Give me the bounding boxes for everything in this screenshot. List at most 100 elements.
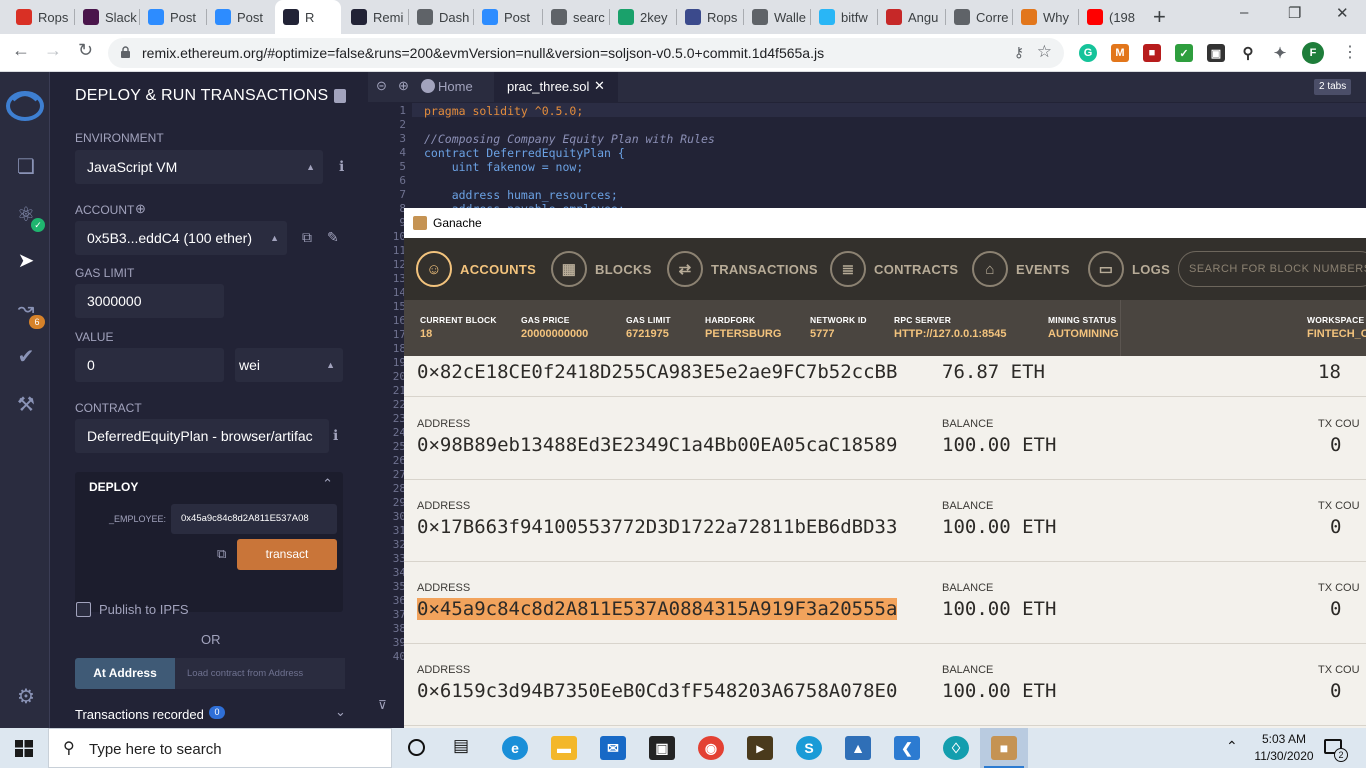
account-select[interactable]: 0x5B3...eddC4 (100 ether) ▲ [75, 221, 287, 255]
testing-icon[interactable]: ✔ [15, 346, 37, 368]
metamask-icon[interactable]: M [1111, 44, 1129, 62]
ganache-nav-label: LOGS [1132, 261, 1171, 277]
ganache-nav-events[interactable]: ⌂ EVENTS [972, 250, 1070, 288]
browser-tab[interactable]: Walle [744, 0, 810, 34]
ganache-nav-logs[interactable]: ▭ LOGS [1088, 250, 1170, 288]
at-address-button[interactable]: At Address [75, 658, 175, 689]
home-tab[interactable]: Home [438, 79, 473, 94]
tabs-count-badge[interactable]: 2 tabs [1314, 79, 1352, 95]
employee-input[interactable]: 0x45a9c84c8d2A811E537A08 [171, 504, 337, 534]
terminal-app-icon[interactable]: ▸ [747, 736, 773, 760]
transact-button[interactable]: transact [237, 539, 337, 570]
deploy-run-icon[interactable]: ➤ [15, 250, 37, 272]
copy-calldata-icon[interactable]: ⧉ [217, 546, 226, 562]
value-unit-select[interactable]: wei ▲ [235, 348, 343, 382]
browser-tab[interactable]: Post [140, 0, 206, 34]
account-tx-count: 0 [1330, 598, 1342, 620]
ganache-nav-contracts[interactable]: ≣ CONTRACTS [830, 250, 958, 288]
browser-tab[interactable]: Slack [75, 0, 141, 34]
browser-tab[interactable]: Rops [677, 0, 743, 34]
browser-tab[interactable]: Remi [343, 0, 409, 34]
close-tab-icon[interactable]: ✕ [594, 78, 605, 94]
taskbar-time[interactable]: 5:03 AM [1254, 732, 1314, 746]
add-account-icon[interactable]: ⊕ [135, 201, 146, 217]
gas-limit-input[interactable]: 3000000 [75, 284, 224, 318]
value-input[interactable]: 0 [75, 348, 224, 382]
info-icon[interactable]: ℹ [339, 158, 344, 175]
browser-tab[interactable]: Rops [8, 0, 74, 34]
file-explorer-icon[interactable]: ❏ [15, 156, 37, 178]
docs-icon[interactable] [334, 89, 346, 103]
restore-icon[interactable]: ❐ [1288, 4, 1301, 22]
copy-icon[interactable]: ⧉ [302, 229, 312, 246]
line-number: 20 [392, 370, 406, 383]
environment-select[interactable]: JavaScript VM ▲ [75, 150, 323, 184]
browser-tab[interactable]: Why [1013, 0, 1079, 34]
file-tab[interactable]: prac_three.sol ✕ [494, 72, 618, 102]
store-icon[interactable]: ▣ [649, 736, 675, 760]
mail-icon[interactable]: ✉ [600, 736, 626, 760]
vscode-icon[interactable]: ❮ [894, 736, 920, 760]
browser-tab[interactable]: 2key [610, 0, 676, 34]
browser-tab[interactable]: searc [543, 0, 609, 34]
publish-ipfs-checkbox[interactable] [76, 602, 91, 617]
check-extension-icon[interactable]: ✓ [1175, 44, 1193, 62]
edge-icon[interactable]: e [502, 736, 528, 760]
browser-tab[interactable]: Corre [946, 0, 1012, 34]
skype-icon[interactable]: S [796, 736, 822, 760]
minimize-icon[interactable]: – [1240, 4, 1248, 21]
plugin-icon[interactable]: ⚒ [15, 394, 37, 416]
menu-kebab-icon[interactable]: ⋮ [1342, 42, 1358, 62]
browser-tab[interactable]: Angu [878, 0, 944, 34]
star-icon[interactable]: ☆ [1037, 42, 1052, 62]
back-arrow-icon[interactable]: ← [12, 40, 30, 61]
photos-icon[interactable]: ▲ [845, 736, 871, 760]
account-balance: 100.00 ETH [942, 598, 1057, 620]
search-extension-icon[interactable]: ⚲ [1239, 44, 1257, 62]
extension-dark-icon[interactable]: ▣ [1207, 44, 1225, 62]
chevron-up-icon[interactable]: ⌃ [322, 476, 333, 492]
extension-red-icon[interactable]: ■ [1143, 44, 1161, 62]
taskbar-date[interactable]: 11/30/2020 [1250, 749, 1318, 763]
profile-avatar[interactable]: F [1302, 42, 1324, 64]
puzzle-icon[interactable]: ✦ [1271, 44, 1289, 62]
terminal-toggle-icon[interactable]: ⊽ [378, 698, 387, 712]
address-bar[interactable]: remix.ethereum.org/#optimize=false&runs=… [108, 38, 1064, 68]
ganache-nav-accounts[interactable]: ☺ ACCOUNTS [416, 250, 536, 288]
task-view-icon[interactable]: ▤ [453, 736, 469, 756]
file-explorer-icon[interactable]: ▬ [551, 736, 577, 760]
settings-gear-icon[interactable]: ⚙ [15, 686, 37, 708]
info-icon[interactable]: ℹ [333, 427, 338, 444]
remix-logo-icon[interactable] [5, 86, 45, 122]
forward-arrow-icon[interactable]: → [44, 40, 62, 61]
close-window-icon[interactable]: ✕ [1336, 4, 1349, 22]
browser-tab[interactable]: bitfw [811, 0, 877, 34]
tray-chevron-icon[interactable]: ⌃ [1226, 738, 1238, 755]
grammarly-icon[interactable]: G [1079, 44, 1097, 62]
ganache-search-input[interactable]: SEARCH FOR BLOCK NUMBERS OR [1178, 251, 1366, 287]
chrome-icon[interactable]: ◉ [698, 736, 724, 760]
windows-start-icon[interactable] [15, 740, 33, 757]
contract-select[interactable]: DeferredEquityPlan - browser/artifac [75, 419, 329, 453]
key-icon[interactable]: ⚷ [1014, 44, 1024, 61]
browser-tab-label: Rops [38, 9, 69, 25]
ganache-nav-blocks[interactable]: ▦ BLOCKS [551, 250, 652, 288]
browser-tab[interactable]: (198 [1079, 0, 1145, 34]
edit-icon[interactable]: ✎ [327, 229, 339, 246]
new-tab-icon[interactable]: + [1153, 4, 1166, 30]
browser-tab[interactable]: Dash [409, 0, 475, 34]
ganache-nav-transactions[interactable]: ⇄ TRANSACTIONS [667, 250, 818, 288]
browser-tab[interactable]: Post [474, 0, 540, 34]
chevron-down-icon[interactable]: ⌄ [335, 704, 346, 720]
cortana-icon[interactable] [408, 739, 425, 756]
load-contract-input[interactable]: Load contract from Address [175, 658, 345, 689]
zoom-in-icon[interactable]: ⊕ [398, 78, 409, 94]
taskbar-search[interactable]: ⚲ Type here to search [48, 728, 392, 768]
browser-tab[interactable]: Post [207, 0, 273, 34]
browser-tab[interactable]: R [275, 0, 341, 34]
transactions-recorded-label[interactable]: Transactions recorded [75, 707, 204, 722]
zoom-out-icon[interactable]: ⊝ [376, 78, 387, 94]
ganache-taskbar-button[interactable]: ■ [980, 728, 1028, 768]
app-icon[interactable]: ♢ [943, 736, 969, 760]
reload-icon[interactable]: ↻ [78, 40, 93, 61]
